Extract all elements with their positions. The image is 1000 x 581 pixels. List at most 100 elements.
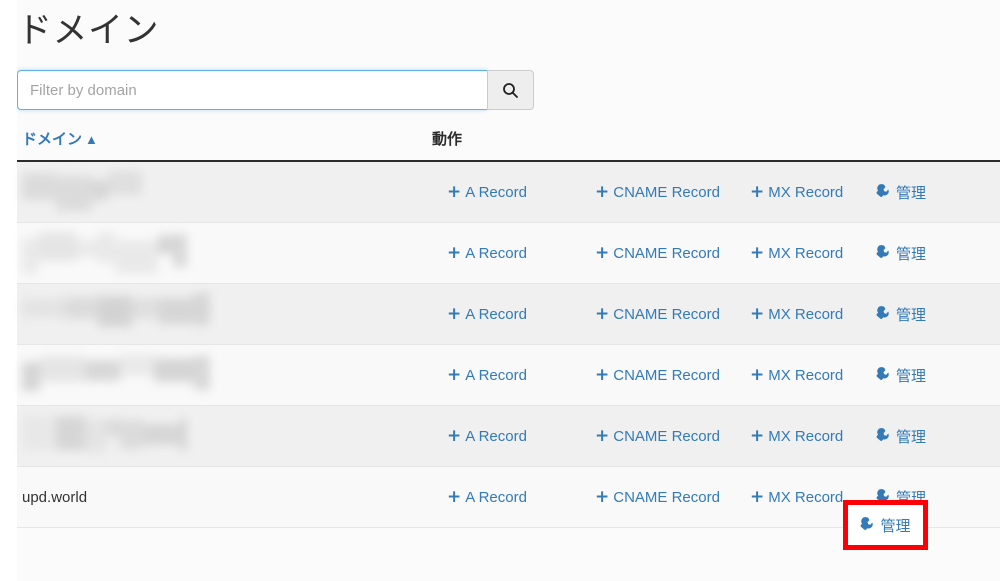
manage-slot: 管理 <box>876 243 976 264</box>
add-cname-record-label: CNAME Record <box>613 366 720 384</box>
page-title: ドメイン <box>17 11 160 50</box>
add-cname-record-link[interactable]: + CNAME Record <box>595 364 720 385</box>
cell-domain <box>17 222 427 284</box>
redacted-domain-name <box>22 350 210 400</box>
add-mx-record-link[interactable]: + MX Record <box>750 242 844 263</box>
add-mx-record-label: MX Record <box>768 366 844 384</box>
column-header-actions: 動作 <box>427 128 1000 162</box>
domain-table-head: ドメイン ▲ 動作 <box>17 128 1000 162</box>
add-a-record-label: A Record <box>465 488 527 506</box>
column-header-domain: ドメイン ▲ <box>17 128 427 162</box>
manage-link[interactable]: 管理 <box>876 365 926 386</box>
add-a-record-slot: + A Record <box>432 244 595 262</box>
table-row: + A Record + CNAME Record + MX Record 管理 <box>17 222 1000 284</box>
manage-label: 管理 <box>896 428 927 446</box>
table-row: + A Record + CNAME Record + MX Record 管理 <box>17 161 1000 223</box>
add-mx-record-link[interactable]: + MX Record <box>750 364 844 385</box>
sort-ascending-icon: ▲ <box>85 132 98 147</box>
add-mx-record-label: MX Record <box>768 488 844 506</box>
manage-label: 管理 <box>896 184 927 202</box>
cell-domain: upd.world <box>17 466 427 528</box>
add-cname-record-slot: + CNAME Record <box>595 366 750 384</box>
manage-label: 管理 <box>896 245 927 263</box>
add-cname-record-label: CNAME Record <box>613 488 720 506</box>
add-a-record-label: A Record <box>465 305 527 323</box>
cell-domain <box>17 161 427 223</box>
cell-actions: + A Record + CNAME Record + MX Record 管理 <box>427 344 1000 406</box>
domain-name: upd.world <box>22 488 88 506</box>
plus-icon: + <box>447 425 462 446</box>
add-a-record-link[interactable]: + A Record <box>447 486 527 507</box>
add-mx-record-label: MX Record <box>768 305 844 323</box>
search-button[interactable] <box>487 70 534 110</box>
add-a-record-link[interactable]: + A Record <box>447 364 527 385</box>
table-row: + A Record + CNAME Record + MX Record 管理 <box>17 344 1000 406</box>
plus-icon: + <box>750 242 765 263</box>
add-a-record-label: A Record <box>465 427 527 445</box>
add-a-record-label: A Record <box>465 244 527 262</box>
manage-link[interactable]: 管理 <box>876 243 926 264</box>
add-a-record-link[interactable]: + A Record <box>447 181 527 202</box>
cell-domain <box>17 344 427 406</box>
add-mx-record-link[interactable]: + MX Record <box>750 305 844 323</box>
domain-filter-input[interactable] <box>17 70 487 110</box>
add-a-record-slot: + A Record <box>432 366 595 384</box>
add-cname-record-slot: + CNAME Record <box>595 244 750 262</box>
plus-icon: + <box>750 425 765 446</box>
add-a-record-link[interactable]: + A Record <box>447 305 527 323</box>
plus-icon: + <box>595 486 610 507</box>
add-mx-record-slot: + MX Record <box>750 244 876 262</box>
plus-icon: + <box>447 181 462 202</box>
add-cname-record-link[interactable]: + CNAME Record <box>595 425 720 446</box>
manage-label: 管理 <box>896 367 927 385</box>
cell-actions: + A Record + CNAME Record + MX Record 管理 <box>427 222 1000 284</box>
add-mx-record-slot: + MX Record <box>750 183 876 201</box>
add-mx-record-label: MX Record <box>768 427 844 445</box>
domain-table: ドメイン ▲ 動作 + A Record + CNAME Record + MX Recor… <box>17 128 1000 528</box>
add-mx-record-link[interactable]: + MX Record <box>750 425 844 446</box>
add-cname-record-link[interactable]: + CNAME Record <box>595 242 720 263</box>
add-cname-record-slot: + CNAME Record <box>595 183 750 201</box>
plus-icon: + <box>595 242 610 263</box>
manage-link[interactable]: 管理 <box>876 182 926 203</box>
cell-actions: + A Record + CNAME Record + MX Record 管理 <box>427 405 1000 467</box>
manage-slot: 管理 <box>876 182 976 203</box>
add-mx-record-label: MX Record <box>768 183 844 201</box>
add-cname-record-link[interactable]: + CNAME Record <box>595 183 720 201</box>
table-row: + A Record + CNAME Record + MX Record 管理 <box>17 405 1000 467</box>
plus-icon: + <box>447 364 462 385</box>
manage-label: 管理 <box>880 517 911 535</box>
add-cname-record-link[interactable]: + CNAME Record <box>595 305 720 323</box>
wrench-icon <box>876 305 896 324</box>
manage-link[interactable]: 管理 <box>876 426 926 447</box>
add-cname-record-label: CNAME Record <box>613 305 720 323</box>
add-cname-record-link[interactable]: + CNAME Record <box>595 486 720 507</box>
add-mx-record-label: MX Record <box>768 244 844 262</box>
add-mx-record-link[interactable]: + MX Record <box>750 488 844 506</box>
plus-icon: + <box>595 364 610 385</box>
plus-icon: + <box>595 425 610 446</box>
wrench-icon <box>860 516 880 535</box>
manage-link-highlight: 管理 <box>843 500 928 550</box>
manage-slot: 管理 <box>876 365 976 386</box>
manage-link[interactable]: 管理 <box>876 304 926 325</box>
add-mx-record-link[interactable]: + MX Record <box>750 183 844 201</box>
add-cname-record-label: CNAME Record <box>613 427 720 445</box>
add-cname-record-label: CNAME Record <box>613 244 720 262</box>
redacted-domain-name <box>22 289 210 339</box>
wrench-icon <box>876 366 896 385</box>
domain-list-page: ドメイン ドメイン▲ 動作 +A Record+CNAME Record <box>0 0 1000 581</box>
plus-icon: + <box>447 242 462 263</box>
manage-label: 管理 <box>896 306 927 324</box>
add-a-record-link[interactable]: + A Record <box>447 242 527 263</box>
add-cname-record-slot: + CNAME Record <box>595 488 750 506</box>
add-a-record-slot: + A Record <box>432 427 595 445</box>
sort-by-domain-link[interactable]: ドメイン <box>22 131 82 148</box>
add-a-record-link[interactable]: + A Record <box>447 425 527 446</box>
manage-link-highlighted[interactable]: 管理 <box>860 515 911 536</box>
add-a-record-label: A Record <box>465 183 527 201</box>
plus-icon: + <box>447 486 462 507</box>
plus-icon: + <box>750 364 765 385</box>
redacted-domain-name <box>22 167 142 217</box>
wrench-icon <box>876 427 896 446</box>
